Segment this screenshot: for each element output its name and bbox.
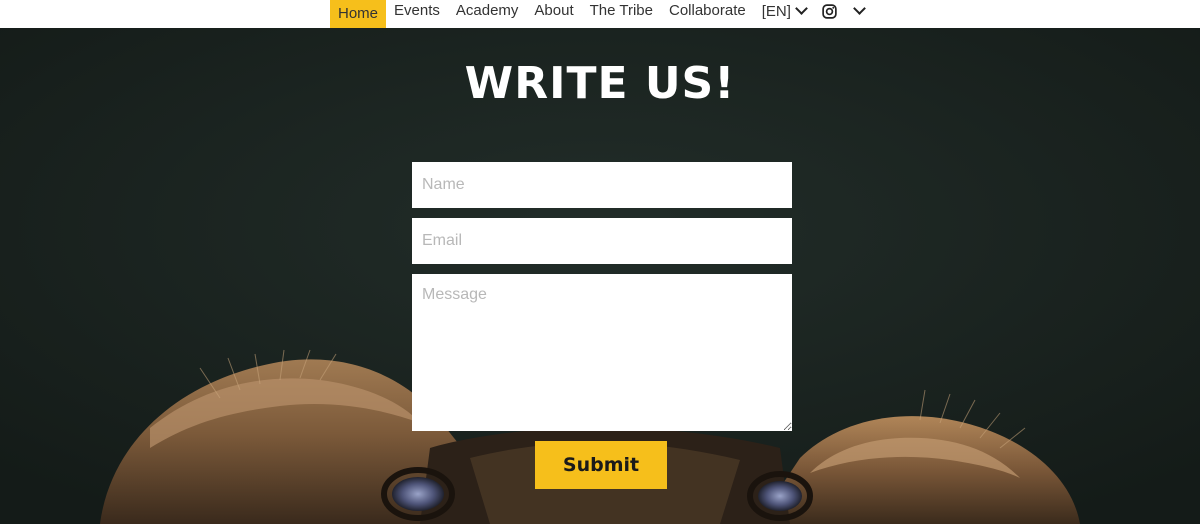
nav-item-the-tribe[interactable]: The Tribe — [582, 0, 661, 22]
nav-item-label: Collaborate — [668, 2, 746, 19]
nav-item-label: About — [534, 2, 574, 19]
language-label: [EN] — [761, 2, 791, 20]
submit-button[interactable]: Submit — [535, 441, 667, 489]
name-field[interactable] — [412, 162, 792, 208]
social-dropdown-toggle[interactable] — [841, 0, 870, 22]
nav-item-home[interactable]: Home — [330, 0, 387, 28]
language-selector[interactable]: [EN] — [754, 0, 812, 22]
chevron-down-icon — [853, 2, 866, 15]
instagram-icon — [822, 3, 837, 19]
nav-item-label: The Tribe — [589, 2, 653, 19]
message-field[interactable] — [412, 274, 792, 431]
email-field[interactable] — [412, 218, 792, 264]
nav-item-about[interactable]: About — [526, 0, 581, 22]
nav-item-collaborate[interactable]: Collaborate — [661, 0, 754, 22]
nav-item-label: Home — [338, 5, 379, 22]
nav-item-label: Academy — [455, 2, 519, 19]
nav-item-label: Events — [394, 2, 440, 19]
chevron-down-icon — [795, 2, 808, 15]
contact-hero: WRITE US! Submit — [0, 28, 1200, 524]
page: Home Events Academy About The Tribe Coll… — [0, 0, 1200, 524]
instagram-link[interactable] — [812, 0, 841, 22]
nav-item-events[interactable]: Events — [386, 0, 448, 22]
nav-item-academy[interactable]: Academy — [448, 0, 527, 22]
page-title: WRITE US! — [464, 58, 736, 109]
top-navigation-bar: Home Events Academy About The Tribe Coll… — [0, 0, 1200, 28]
main-nav: Home Events Academy About The Tribe Coll… — [330, 0, 870, 28]
